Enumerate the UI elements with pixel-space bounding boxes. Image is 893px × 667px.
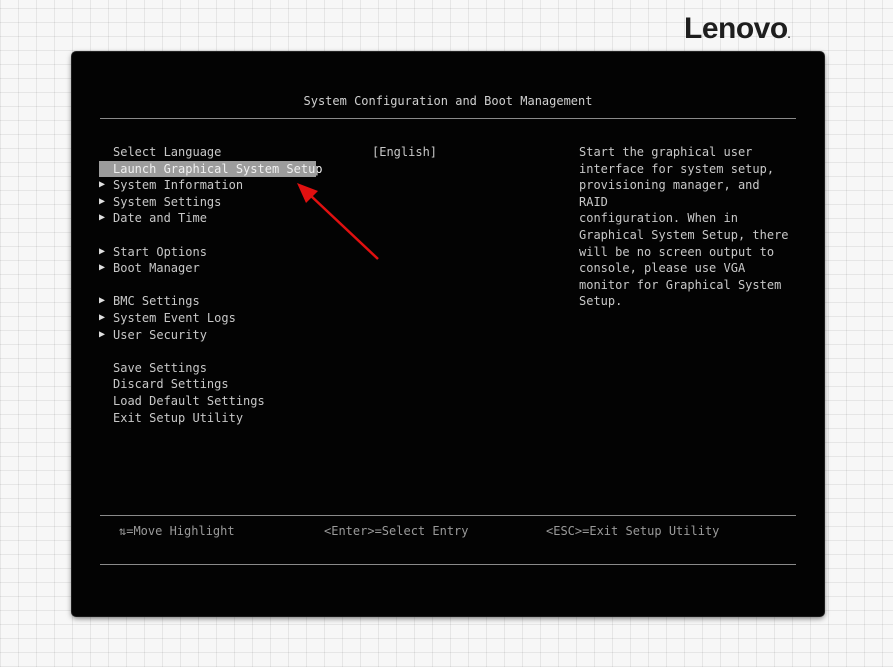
help-text: Start the graphical user interface for s… xyxy=(579,145,789,309)
submenu-arrow-icon: ▶ xyxy=(99,245,106,257)
menu-item-system-settings[interactable]: ▶ System Settings xyxy=(99,194,319,211)
menu-item-label: Date and Time xyxy=(113,211,207,226)
menu-item-user-security[interactable]: ▶ User Security xyxy=(99,327,319,344)
menu-item-label: System Information xyxy=(113,178,244,193)
language-value[interactable]: [English] xyxy=(372,144,437,161)
menu-item-discard-settings[interactable]: Discard Settings xyxy=(99,376,319,393)
submenu-arrow-icon: ▶ xyxy=(99,212,106,224)
submenu-arrow-icon: ▶ xyxy=(99,295,106,307)
menu-item-label: Exit Setup Utility xyxy=(113,410,244,425)
page-title: System Configuration and Boot Management xyxy=(303,94,593,108)
menu-item-label: Discard Settings xyxy=(113,377,229,392)
lenovo-logo: Lenovo. xyxy=(684,12,791,46)
submenu-arrow-icon: ▶ xyxy=(99,262,106,274)
footer-exit-hint: <ESC>=Exit Setup Utility xyxy=(546,524,720,538)
menu-item-date-and-time[interactable]: ▶ Date and Time xyxy=(99,210,319,227)
header-divider xyxy=(100,118,796,119)
menu-item-label: User Security xyxy=(113,327,207,342)
menu-item-label: System Event Logs xyxy=(113,310,236,325)
submenu-arrow-icon: ▶ xyxy=(99,311,106,323)
menu-item-label: System Settings xyxy=(113,194,222,209)
menu-item-launch-graphical-setup[interactable]: Launch Graphical System Setup xyxy=(99,160,323,178)
menu-item-start-options[interactable]: ▶ Start Options xyxy=(99,244,319,261)
menu-item-system-event-logs[interactable]: ▶ System Event Logs xyxy=(99,310,319,327)
menu-item-label: Start Options xyxy=(113,244,207,259)
bios-screen: System Configuration and Boot Management… xyxy=(72,52,824,616)
submenu-arrow-icon: ▶ xyxy=(99,179,106,191)
menu-item-select-language[interactable]: Select Language xyxy=(99,144,319,161)
menu-item-label: Launch Graphical System Setup xyxy=(113,161,323,176)
menu-item-label: Save Settings xyxy=(113,360,207,375)
footer-divider-bottom xyxy=(100,564,796,565)
submenu-arrow-icon: ▶ xyxy=(99,328,106,340)
menu-item-label: Boot Manager xyxy=(113,261,200,276)
footer-divider-top xyxy=(100,515,796,516)
menu-item-boot-manager[interactable]: ▶ Boot Manager xyxy=(99,260,319,277)
menu-item-label: BMC Settings xyxy=(113,294,200,309)
submenu-arrow-icon: ▶ xyxy=(99,195,106,207)
menu-item-load-default-settings[interactable]: Load Default Settings xyxy=(99,393,319,410)
footer-select-hint: <Enter>=Select Entry xyxy=(324,524,469,538)
menu-item-label: Select Language xyxy=(113,145,222,159)
footer-move-hint: ⇅=Move Highlight xyxy=(119,524,235,538)
menu-item-label: Load Default Settings xyxy=(113,393,265,408)
menu-item-exit-setup-utility[interactable]: Exit Setup Utility xyxy=(99,410,319,427)
menu-item-bmc-settings[interactable]: ▶ BMC Settings xyxy=(99,293,319,310)
logo-dot: . xyxy=(787,30,791,41)
logo-text: Lenovo xyxy=(684,12,788,45)
menu-item-save-settings[interactable]: Save Settings xyxy=(99,360,319,377)
setup-menu: Select Language Launch Graphical System … xyxy=(99,144,323,427)
menu-item-system-information[interactable]: ▶ System Information xyxy=(99,177,319,194)
